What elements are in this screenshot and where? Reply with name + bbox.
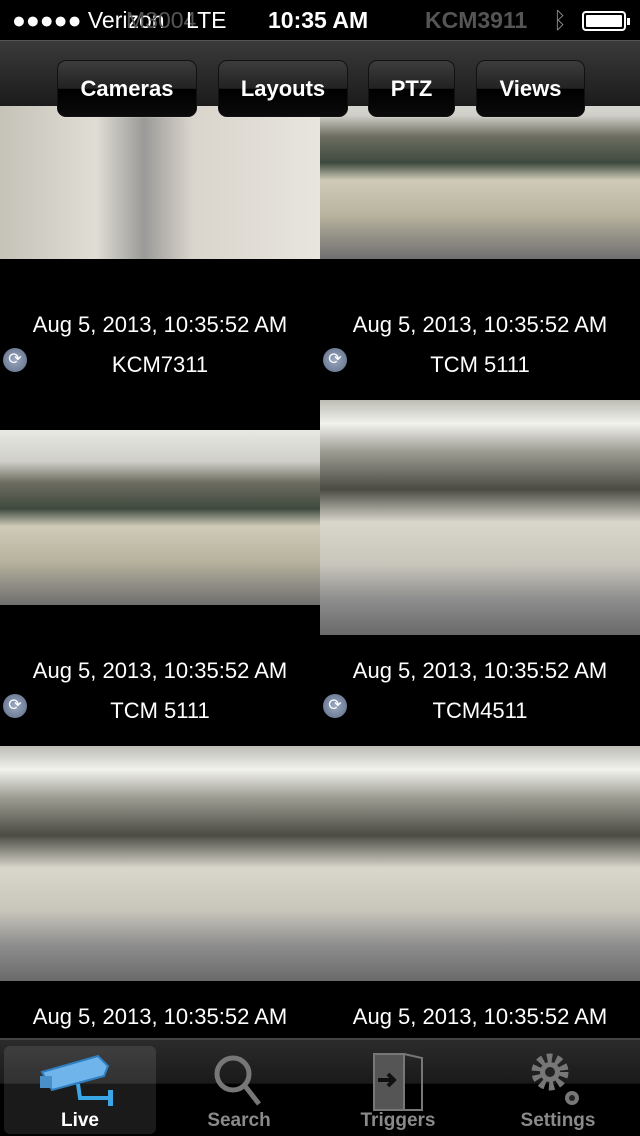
bluetooth-icon: ᛒ xyxy=(553,7,567,33)
camera-feed[interactable] xyxy=(320,746,640,981)
camera-timestamp: Aug 5, 2013, 10:35:52 AM xyxy=(32,658,288,683)
layouts-button[interactable]: Layouts xyxy=(218,60,348,117)
tab-live[interactable]: Live xyxy=(4,1046,156,1134)
battery-icon xyxy=(582,11,630,31)
camera-name: TCM 5111 xyxy=(110,698,210,723)
camera-timestamp: Aug 5, 2013, 10:35:52 AM xyxy=(352,312,608,337)
tab-settings[interactable]: Settings xyxy=(482,1046,634,1134)
camera-feed[interactable] xyxy=(320,400,640,635)
search-icon xyxy=(214,1055,261,1106)
ghost-label: KCM3911 xyxy=(425,7,528,33)
camera-timestamp: Aug 5, 2013, 10:35:52 AM xyxy=(32,1004,288,1029)
views-button[interactable]: Views xyxy=(476,60,585,117)
camera-tile[interactable]: Aug 5, 2013, 10:35:52 AM ⟳ TCM 5111 xyxy=(0,400,320,746)
camera-name: TCM 5111 xyxy=(430,352,530,377)
camera-timestamp: Aug 5, 2013, 10:35:52 AM xyxy=(352,658,608,683)
clock: 10:35 AM xyxy=(268,7,369,33)
tab-bar: Live Search Triggers Settings xyxy=(0,1038,640,1136)
tab-label: Search xyxy=(207,1110,271,1131)
tab-label: Triggers xyxy=(360,1110,436,1131)
tab-label: Settings xyxy=(520,1110,596,1131)
network-type: LTE xyxy=(186,7,227,33)
camera-feed[interactable] xyxy=(0,430,320,605)
ptz-button[interactable]: PTZ xyxy=(368,60,455,117)
tab-label: Live xyxy=(60,1110,100,1131)
camera-icon xyxy=(40,1054,113,1106)
tab-triggers[interactable]: Triggers xyxy=(322,1046,474,1134)
gear-icon xyxy=(531,1053,579,1105)
door-icon xyxy=(373,1053,423,1111)
status-bar: ●●●●● Verizon M3004 LTE 10:35 AM KCM3911… xyxy=(0,0,640,40)
camera-timestamp: Aug 5, 2013, 10:35:52 AM xyxy=(352,1004,608,1029)
tab-search[interactable]: Search xyxy=(163,1046,315,1134)
camera-feed[interactable] xyxy=(0,746,320,981)
cameras-button[interactable]: Cameras xyxy=(57,60,197,117)
camera-name: KCM7311 xyxy=(111,352,209,377)
camera-timestamp: Aug 5, 2013, 10:35:52 AM xyxy=(32,312,288,337)
camera-name: TCM4511 xyxy=(432,698,528,723)
camera-tile[interactable]: Aug 5, 2013, 10:35:52 AM ⟳ TCM4511 xyxy=(320,400,640,746)
